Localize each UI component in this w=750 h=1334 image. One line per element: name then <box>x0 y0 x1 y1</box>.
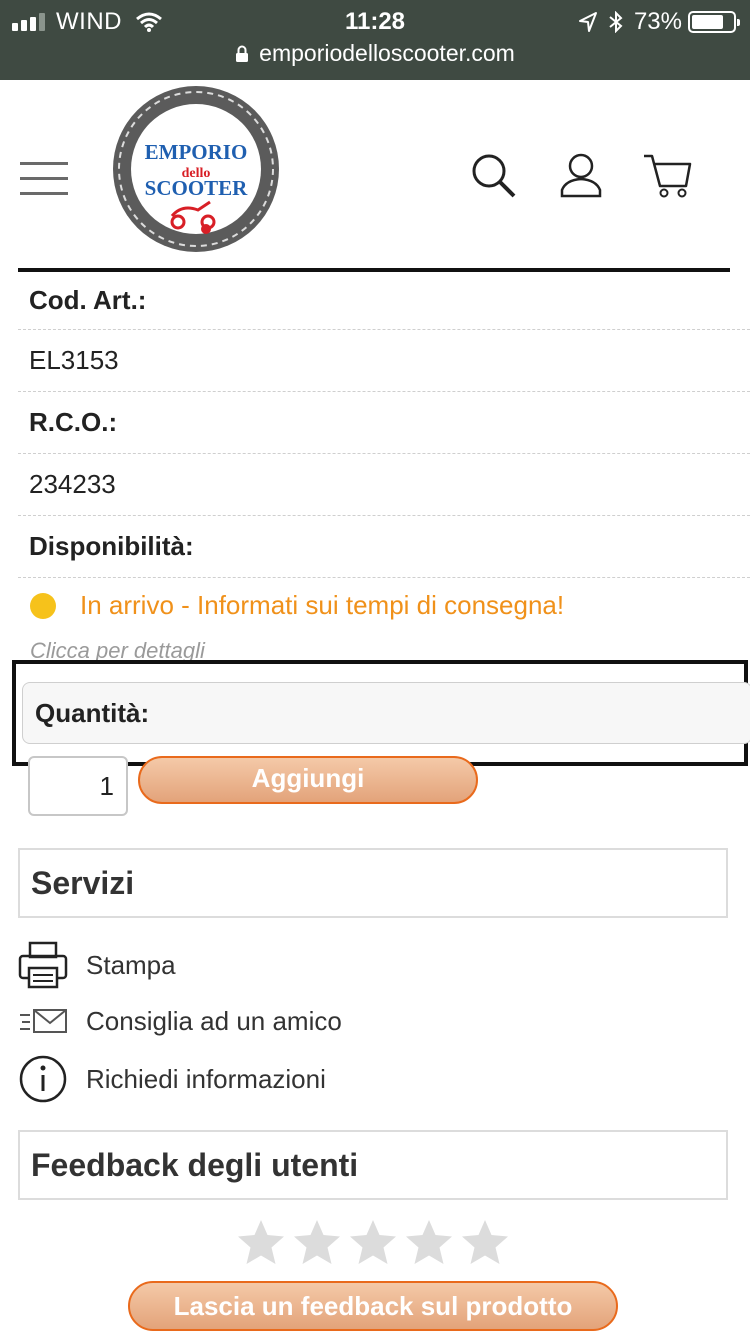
search-icon[interactable] <box>470 152 516 198</box>
availability-label: Disponibilità: <box>18 516 750 578</box>
printer-icon <box>18 941 68 989</box>
star-icon[interactable] <box>292 1218 342 1268</box>
quantity-highlight: Quantità: <box>12 660 750 766</box>
info-icon <box>19 1055 67 1103</box>
availability-status[interactable]: In arrivo - Informati sui tempi di conse… <box>30 590 564 621</box>
service-print-label[interactable]: Stampa <box>86 950 176 981</box>
service-recommend-label[interactable]: Consiglia ad un amico <box>86 1006 342 1037</box>
star-icon[interactable] <box>404 1218 454 1268</box>
bluetooth-icon <box>609 11 623 33</box>
star-icon[interactable] <box>348 1218 398 1268</box>
user-icon[interactable] <box>558 152 604 198</box>
rco-label: R.C.O.: <box>18 392 750 454</box>
product-code-value: EL3153 <box>18 330 750 392</box>
quantity-input[interactable]: 1 <box>28 756 128 816</box>
site-header: EMPORIO dello SCOOTER <box>0 80 750 272</box>
svg-text:EMPORIO: EMPORIO <box>145 140 248 164</box>
star-icon[interactable] <box>236 1218 286 1268</box>
battery-percent: 73% <box>633 8 682 35</box>
site-logo[interactable]: EMPORIO dello SCOOTER <box>110 84 282 254</box>
services-heading: Servizi <box>18 848 728 918</box>
leave-feedback-button[interactable]: Lascia un feedback sul prodotto <box>128 1281 618 1331</box>
availability-text[interactable]: In arrivo - Informati sui tempi di conse… <box>80 590 564 621</box>
service-recommend[interactable]: Consiglia ad un amico <box>18 996 342 1046</box>
send-mail-icon <box>20 1009 67 1033</box>
service-print[interactable]: Stampa <box>18 940 176 990</box>
url-text: emporiodelloscooter.com <box>259 40 515 66</box>
battery-icon <box>688 11 740 33</box>
status-bar: WIND 11:28 73% emporiodelloscooter.com <box>0 0 750 80</box>
location-arrow-icon <box>578 12 597 32</box>
rco-value: 234233 <box>18 454 750 516</box>
lock-icon <box>236 45 249 62</box>
star-icon[interactable] <box>460 1218 510 1268</box>
quantity-label: Quantità: <box>22 682 750 744</box>
availability-dot-icon <box>30 592 56 619</box>
menu-icon[interactable] <box>20 162 68 196</box>
product-code-label: Cod. Art.: <box>18 272 750 330</box>
svg-text:SCOOTER: SCOOTER <box>145 176 249 200</box>
address-bar[interactable]: emporiodelloscooter.com <box>0 40 750 67</box>
service-info-label[interactable]: Richiedi informazioni <box>86 1064 326 1095</box>
rating-stars[interactable] <box>236 1218 516 1268</box>
feedback-heading: Feedback degli utenti <box>18 1130 728 1200</box>
add-to-cart-button[interactable]: Aggiungi <box>138 756 478 804</box>
service-info[interactable]: Richiedi informazioni <box>18 1054 326 1104</box>
cart-icon[interactable] <box>642 152 692 198</box>
